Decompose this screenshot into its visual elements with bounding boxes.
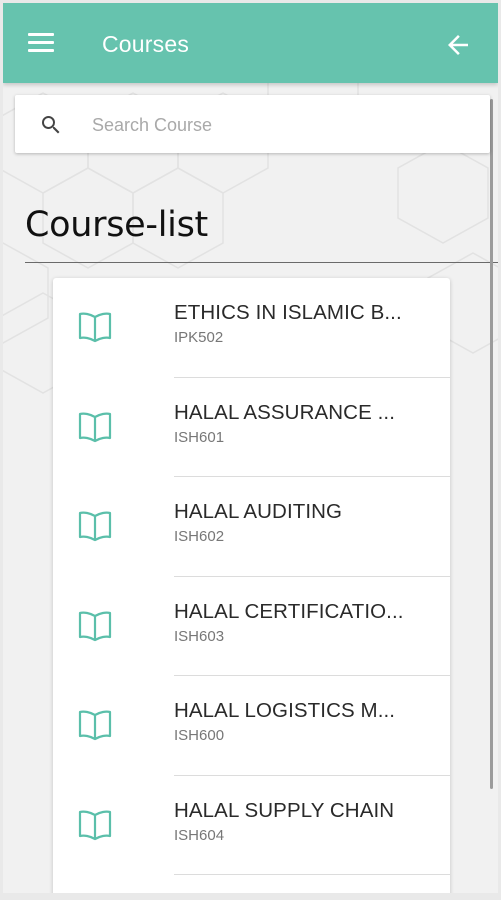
course-name: HALAL ASSURANCE ... xyxy=(174,400,396,424)
course-name: ETHICS IN ISLAMIC B... xyxy=(174,301,402,324)
book-icon xyxy=(78,412,112,442)
book-icon xyxy=(78,312,112,343)
course-code: ISH600 xyxy=(174,727,225,744)
course-list-item[interactable]: ETHICS IN ISLAMIC B... IPK502 xyxy=(53,278,450,378)
course-name: HALAL SUPPLY CHAIN xyxy=(174,798,395,822)
item-divider xyxy=(174,874,450,875)
menu-icon[interactable] xyxy=(23,28,59,58)
book-icon xyxy=(78,810,112,840)
course-name: HALAL AUDITING xyxy=(174,500,343,523)
course-code: ISH603 xyxy=(174,627,225,645)
course-list-item[interactable]: HALAL SUPPLY CHAIN ISH604 xyxy=(53,776,450,875)
course-list-item[interactable]: HALAL AUDITING ISH602 xyxy=(53,477,450,577)
scrollbar[interactable] xyxy=(490,99,493,789)
search-input[interactable] xyxy=(90,107,474,143)
course-list: ETHICS IN ISLAMIC B... IPK502 HALAL ASSU… xyxy=(53,278,450,893)
course-code: IPK502 xyxy=(174,329,224,346)
course-list-item[interactable]: HALAL ASSURANCE ... ISH601 xyxy=(53,378,450,477)
book-icon xyxy=(78,710,112,741)
course-code: ISH601 xyxy=(174,428,225,446)
course-code: ISH604 xyxy=(174,826,225,844)
arrow-back-icon[interactable] xyxy=(443,30,479,60)
course-code: ISH602 xyxy=(174,528,225,545)
course-list-item[interactable]: HALAL LOGISTICS M... ISH600 xyxy=(53,676,450,776)
section-title: Course-list xyxy=(25,205,208,245)
course-name: HALAL LOGISTICS M... xyxy=(174,699,396,722)
app-bar: Courses xyxy=(3,3,498,83)
search-icon[interactable] xyxy=(39,113,63,137)
book-icon xyxy=(78,611,112,641)
course-list-item[interactable]: HALAL CERTIFICATIO... ISH603 xyxy=(53,577,450,676)
search-bar xyxy=(15,95,490,153)
app-screen: Courses Course-list ETHICS IN ISLAMIC B.… xyxy=(3,3,498,893)
book-icon xyxy=(78,511,112,542)
divider xyxy=(25,262,498,263)
page-title: Courses xyxy=(102,31,190,57)
course-name: HALAL CERTIFICATIO... xyxy=(174,599,404,623)
